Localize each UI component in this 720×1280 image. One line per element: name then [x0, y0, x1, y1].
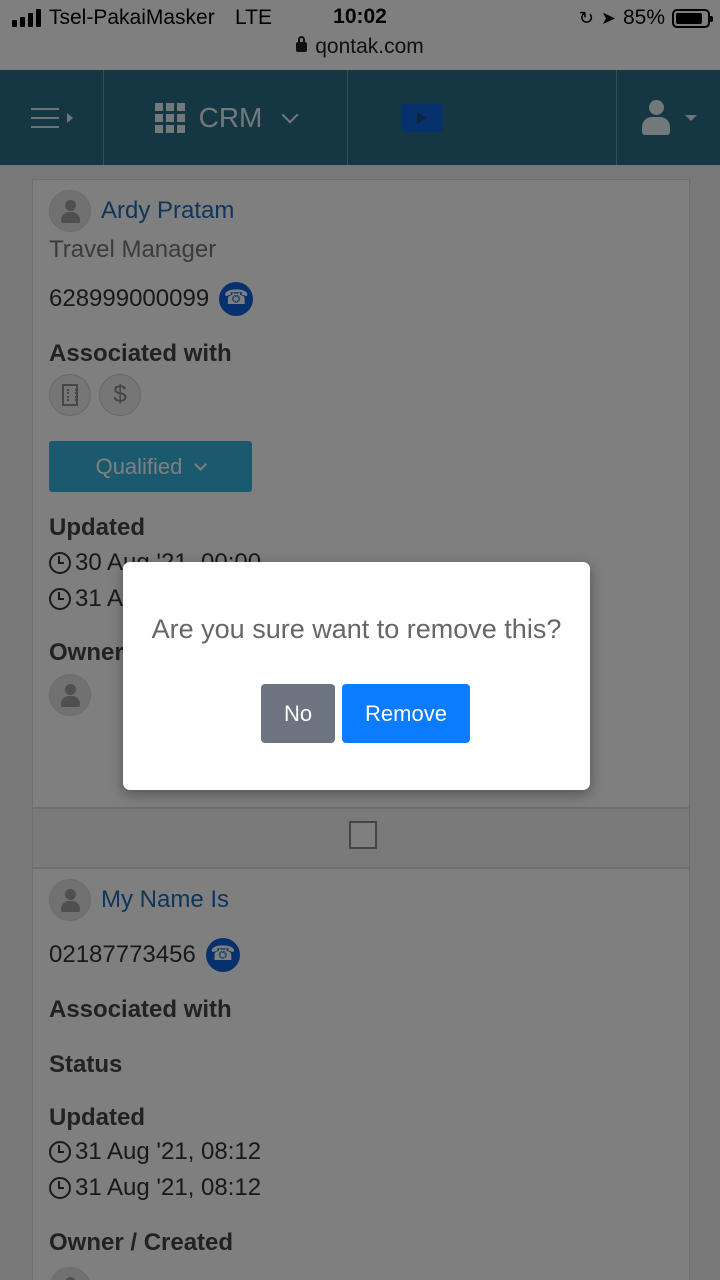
remove-button[interactable]: Remove: [342, 684, 470, 743]
dialog-message: Are you sure want to remove this?: [151, 614, 562, 644]
confirm-remove-dialog: Are you sure want to remove this? No Rem…: [123, 562, 590, 790]
dialog-actions: No Remove: [261, 684, 470, 743]
no-button[interactable]: No: [261, 684, 335, 743]
